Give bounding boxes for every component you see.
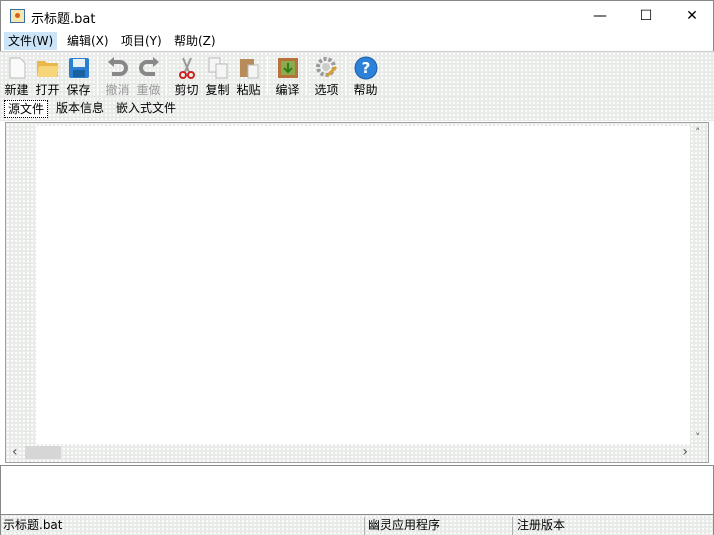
app-icon [10,9,25,23]
redo-button[interactable]: 重做 [133,54,164,97]
status-version: 注册版本 [517,518,566,532]
new-file-icon [5,56,29,80]
menu-help[interactable]: 帮助(Z) [170,32,220,50]
source-editor-panel: ˄ ˅ ‹ › [5,122,709,463]
paste-button[interactable]: 粘贴 [233,54,264,97]
undo-icon [106,56,130,80]
window-title: 示标题.bat [31,12,96,27]
status-app-type: 幽灵应用程序 [368,518,441,532]
floppy-disk-icon [67,56,91,80]
menu-project[interactable]: 项目(Y) [117,32,166,50]
copy-icon [206,56,230,80]
tab-bar: 源文件 版本信息 嵌入式文件 [0,97,714,121]
svg-text:?: ? [361,59,370,77]
output-panel[interactable] [0,465,714,515]
folder-icon [36,56,60,80]
help-question-icon: ? [354,56,378,80]
clipboard-icon [237,56,261,80]
status-file: 示标题.bat [3,518,63,532]
menu-edit[interactable]: 编辑(X) [63,32,113,50]
close-button[interactable]: ✕ [669,1,714,31]
compile-box-icon [276,56,300,80]
title-bar: 示标题.bat — ☐ ✕ [0,0,714,30]
scroll-left-icon[interactable]: ‹ [12,444,18,460]
scroll-up-icon[interactable]: ˄ [695,126,701,139]
menu-bar: 文件(W) 编辑(X) 项目(Y) 帮助(Z) [0,30,714,51]
tab-source[interactable]: 源文件 [4,100,49,118]
scroll-right-icon[interactable]: › [682,444,688,460]
scroll-down-icon[interactable]: ˅ [695,431,701,444]
horizontal-scrollbar[interactable]: ‹ › [8,444,690,460]
scissors-icon [175,56,199,80]
tab-version-info[interactable]: 版本信息 [53,100,107,118]
toolbar: 新建 打开 保存 撤消 重做 剪切 复制 粘贴 编译 选项 ? 帮助 [0,51,714,97]
compile-button[interactable]: 编译 [272,54,303,97]
save-button[interactable]: 保存 [63,54,94,97]
help-button[interactable]: ? 帮助 [350,54,381,97]
menu-file[interactable]: 文件(W) [4,32,58,50]
source-editor[interactable] [36,126,690,444]
horizontal-scroll-thumb[interactable] [25,446,61,459]
vertical-scrollbar[interactable]: ˄ ˅ [692,126,706,444]
redo-icon [137,56,161,80]
tab-embedded-files[interactable]: 嵌入式文件 [113,100,179,118]
gear-icon [315,56,339,80]
maximize-button[interactable]: ☐ [623,1,669,31]
status-bar: 示标题.bat 幽灵应用程序 注册版本 [0,515,714,535]
minimize-button[interactable]: — [577,1,623,31]
options-button[interactable]: 选项 [311,54,342,97]
